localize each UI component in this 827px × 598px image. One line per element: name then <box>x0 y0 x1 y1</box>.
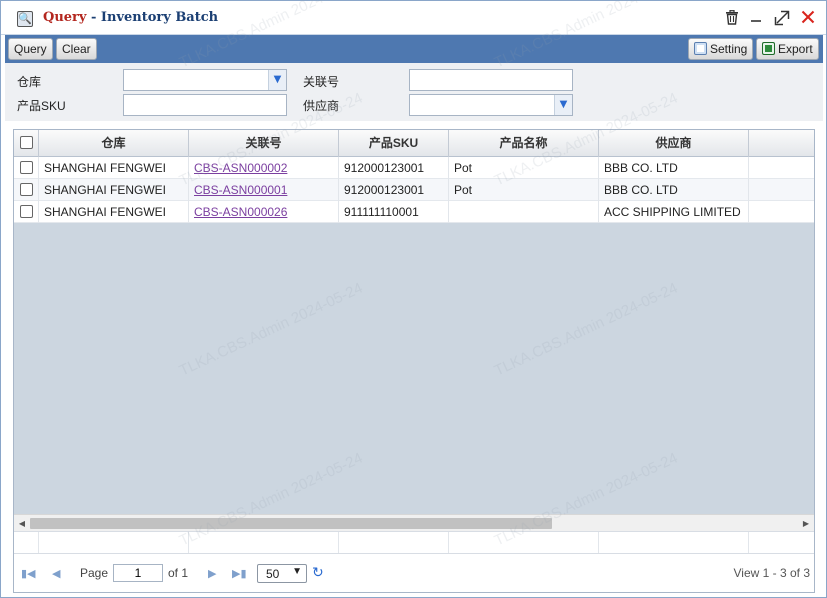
row-select-cell <box>14 179 39 201</box>
related-no-input[interactable] <box>409 69 573 91</box>
title-prefix: Query <box>43 10 87 25</box>
next-page-icon[interactable]: ▶ <box>208 567 216 580</box>
trash-icon[interactable] <box>723 9 741 28</box>
supplier-label: 供应商 <box>303 99 340 113</box>
select-all-checkbox[interactable] <box>20 136 33 149</box>
scroll-right-icon[interactable]: ▶ <box>800 517 812 530</box>
page-size-value: 50 <box>266 567 280 581</box>
data-grid: 仓库 关联号 产品SKU 产品名称 供应商 数 SHANGHAI FENGWEI… <box>13 129 815 593</box>
query-window: 🔍 Query - Inventory Batch Query Clear Se… <box>0 0 827 598</box>
select-all-cell <box>14 130 39 157</box>
search-form: 仓库 ▼ 关联号 产品SKU 供应商 ▼ <box>5 63 823 121</box>
query-button[interactable]: Query <box>8 38 53 60</box>
grid-header: 仓库 关联号 产品SKU 产品名称 供应商 数 <box>14 130 814 157</box>
warehouse-cell: SHANGHAI FENGWEI <box>39 201 189 223</box>
app-icon: 🔍 <box>17 11 33 27</box>
minimize-icon[interactable] <box>747 10 765 28</box>
warehouse-cell: SHANGHAI FENGWEI <box>39 179 189 201</box>
page-size-select[interactable]: 50 ▼ <box>257 564 307 583</box>
chevron-down-icon: ▼ <box>292 566 302 577</box>
related-no-cell: CBS-ASN000001 <box>189 179 339 201</box>
title-main: Inventory Batch <box>100 10 219 25</box>
summary-cell <box>189 532 339 554</box>
column-header-quantity[interactable]: 数 <box>749 130 814 157</box>
grid-body: SHANGHAI FENGWEI CBS-ASN000002 912000123… <box>14 157 814 514</box>
related-no-label: 关联号 <box>303 75 340 89</box>
scroll-left-icon[interactable]: ◀ <box>16 517 28 530</box>
page-count: of 1 <box>168 566 189 580</box>
page-number-input[interactable] <box>113 564 163 582</box>
row-checkbox[interactable] <box>20 161 33 174</box>
row-select-cell <box>14 157 39 179</box>
title-separator: - <box>86 10 101 25</box>
export-button[interactable]: Export <box>756 38 819 60</box>
row-checkbox[interactable] <box>20 183 33 196</box>
related-no-cell: CBS-ASN000026 <box>189 201 339 223</box>
related-no-link[interactable]: CBS-ASN000002 <box>194 161 287 175</box>
clear-button[interactable]: Clear <box>56 38 97 60</box>
column-header-sku[interactable]: 产品SKU <box>339 130 449 157</box>
summary-row <box>14 531 814 554</box>
sku-input[interactable] <box>123 94 287 116</box>
pager: ▮◀ ◀ Page of 1 ▶ ▶▮ 50 ▼ ↻ View 1 - 3 of… <box>14 553 814 592</box>
summary-cell <box>39 532 189 554</box>
setting-label: Setting <box>710 42 748 56</box>
quantity-cell <box>749 201 814 223</box>
sku-cell: 912000123001 <box>339 179 449 201</box>
toolbar: Query Clear Setting Export <box>5 35 823 63</box>
refresh-icon[interactable]: ↻ <box>312 564 324 581</box>
product-name-cell: Pot <box>449 157 599 179</box>
export-label: Export <box>778 42 813 56</box>
sku-cell: 912000123001 <box>339 157 449 179</box>
warehouse-label: 仓库 <box>17 75 42 89</box>
sku-cell: 911111110001 <box>339 201 449 223</box>
column-header-product-name[interactable]: 产品名称 <box>449 130 599 157</box>
related-no-link[interactable]: CBS-ASN000001 <box>194 183 287 197</box>
column-header-warehouse[interactable]: 仓库 <box>39 130 189 157</box>
column-header-related-no[interactable]: 关联号 <box>189 130 339 157</box>
setting-button[interactable]: Setting <box>688 38 754 60</box>
last-page-icon[interactable]: ▶▮ <box>232 567 247 580</box>
chevron-down-icon[interactable]: ▼ <box>554 95 572 115</box>
row-checkbox[interactable] <box>20 205 33 218</box>
summary-cell <box>449 532 599 554</box>
table-row[interactable]: SHANGHAI FENGWEI CBS-ASN000002 912000123… <box>14 157 814 179</box>
supplier-cell: BBB CO. LTD <box>599 157 749 179</box>
quantity-cell <box>749 179 814 201</box>
record-count: View 1 - 3 of 3 <box>733 566 811 580</box>
related-no-cell: CBS-ASN000002 <box>189 157 339 179</box>
summary-cell <box>14 532 39 554</box>
table-row[interactable]: SHANGHAI FENGWEI CBS-ASN000026 911111110… <box>14 201 814 223</box>
horizontal-scrollbar[interactable]: ◀ ▶ <box>14 514 814 531</box>
maximize-icon[interactable] <box>773 10 791 28</box>
summary-cell <box>339 532 449 554</box>
close-icon[interactable] <box>799 10 817 28</box>
column-header-supplier[interactable]: 供应商 <box>599 130 749 157</box>
supplier-cell: BBB CO. LTD <box>599 179 749 201</box>
sku-label: 产品SKU <box>17 99 66 113</box>
product-name-cell <box>449 201 599 223</box>
title-bar: 🔍 Query - Inventory Batch <box>1 1 826 35</box>
supplier-cell: ACC SHIPPING LIMITED <box>599 201 749 223</box>
page-label: Page <box>80 566 109 580</box>
excel-icon <box>762 42 775 55</box>
supplier-select[interactable]: ▼ <box>409 94 573 116</box>
scrollbar-thumb[interactable] <box>30 518 552 529</box>
setting-icon <box>694 42 707 55</box>
related-no-link[interactable]: CBS-ASN000026 <box>194 205 287 219</box>
warehouse-cell: SHANGHAI FENGWEI <box>39 157 189 179</box>
row-select-cell <box>14 201 39 223</box>
product-name-cell: Pot <box>449 179 599 201</box>
prev-page-icon[interactable]: ◀ <box>52 567 60 580</box>
summary-cell <box>599 532 749 554</box>
table-row[interactable]: SHANGHAI FENGWEI CBS-ASN000001 912000123… <box>14 179 814 201</box>
first-page-icon[interactable]: ▮◀ <box>21 567 36 580</box>
chevron-down-icon[interactable]: ▼ <box>268 70 286 90</box>
quantity-cell <box>749 157 814 179</box>
window-title: Query - Inventory Batch <box>43 10 218 25</box>
warehouse-select[interactable]: ▼ <box>123 69 287 91</box>
